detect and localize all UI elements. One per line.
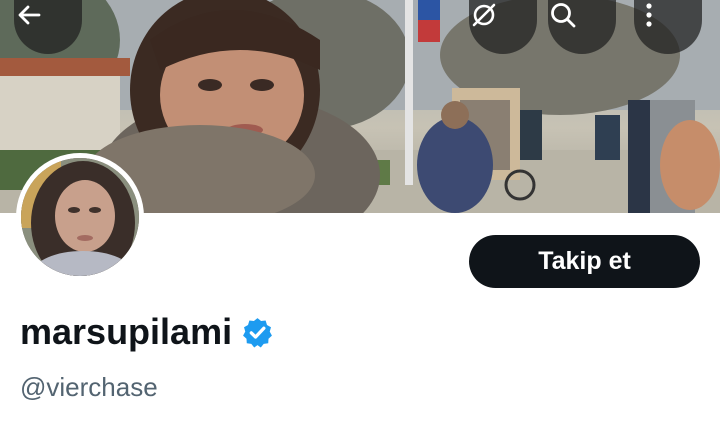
avatar[interactable] bbox=[16, 153, 144, 281]
hide-icon bbox=[472, 3, 496, 27]
follow-button[interactable]: Takip et bbox=[469, 235, 700, 288]
more-vertical-icon bbox=[646, 3, 652, 27]
display-name: marsupilami bbox=[20, 311, 233, 352]
avatar-image bbox=[21, 158, 139, 276]
verified-badge-icon[interactable] bbox=[241, 316, 274, 349]
back-arrow-icon bbox=[18, 5, 41, 25]
display-name-row: marsupilami bbox=[20, 309, 274, 355]
user-handle: @vierchase bbox=[20, 372, 158, 402]
search-icon bbox=[551, 3, 576, 28]
